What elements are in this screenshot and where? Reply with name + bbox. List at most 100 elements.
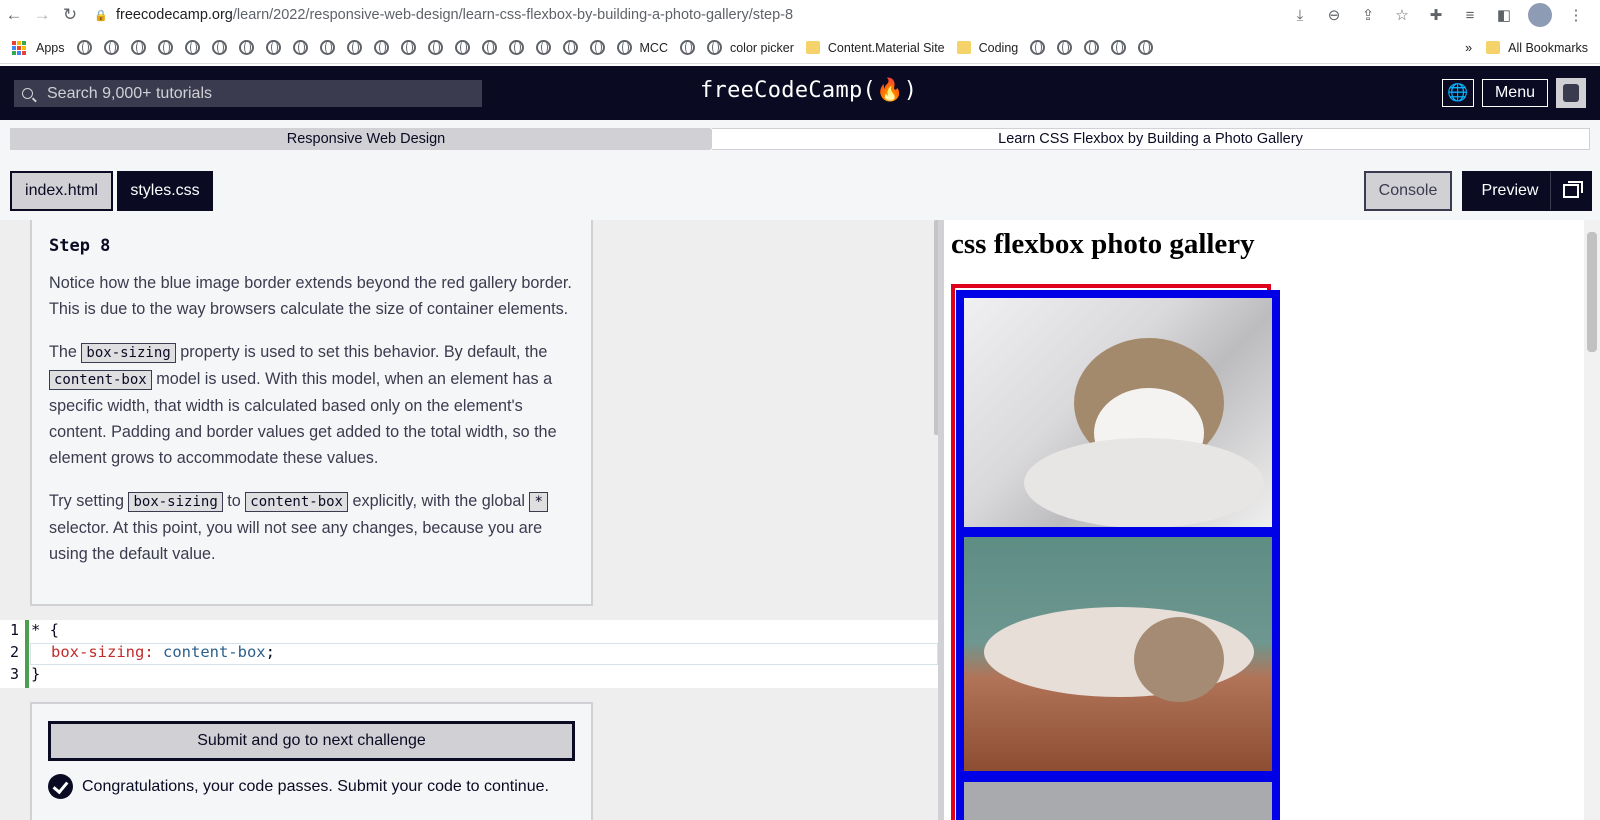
- bookmark-globe-19[interactable]: [562, 40, 578, 55]
- code-line-3[interactable]: }: [31, 665, 40, 683]
- globe-icon: [1084, 40, 1100, 55]
- pass-message: Congratulations, your code passes. Submi…: [82, 777, 549, 795]
- bookmark-globe-24[interactable]: [1084, 40, 1100, 55]
- bookmark-globe-15[interactable]: [454, 40, 470, 55]
- p3-text-a: Try setting: [49, 492, 129, 510]
- back-icon[interactable]: ←: [0, 1, 28, 29]
- line-number: 1: [10, 621, 20, 639]
- globe-icon: [535, 40, 551, 55]
- breadcrumb-superblock[interactable]: Responsive Web Design: [10, 128, 722, 150]
- bookmark-globe-21[interactable]: [679, 40, 695, 55]
- fcc-navbar: freeCodeCamp(🔥) 🌐 Menu: [0, 66, 1600, 120]
- bookmark-globe-10[interactable]: [319, 40, 335, 55]
- editor-tabs-row: index.html styles.css Console Preview: [0, 156, 1600, 220]
- search-input[interactable]: [47, 84, 467, 103]
- css-semicolon: ;: [265, 643, 275, 661]
- tab-styles-css[interactable]: styles.css: [117, 171, 213, 211]
- line-number: 3: [10, 665, 20, 683]
- left-pane: Step 8 Notice how the blue image border …: [0, 220, 938, 820]
- submit-button[interactable]: Submit and go to next challenge: [48, 721, 575, 761]
- console-button[interactable]: Console: [1364, 171, 1452, 211]
- p2-text-b: property is used to set this behavior. B…: [175, 343, 548, 361]
- bookmark-globe-14[interactable]: [427, 40, 443, 55]
- code-line-1[interactable]: * {: [31, 621, 59, 639]
- bookmark-globe-4[interactable]: [157, 40, 173, 55]
- bookmark-globe-5[interactable]: [184, 40, 200, 55]
- globe-icon: [1057, 40, 1073, 55]
- share-icon[interactable]: ⇪: [1352, 1, 1384, 29]
- preview-button[interactable]: Preview: [1462, 171, 1558, 211]
- bookmark-apps[interactable]: Apps: [12, 40, 65, 55]
- bookmark-globe-1[interactable]: [76, 40, 92, 55]
- bookmark-globe-20[interactable]: [589, 40, 605, 55]
- bookmark-globe-26[interactable]: [1138, 40, 1154, 55]
- editable-region-bar: [25, 620, 29, 688]
- reload-icon[interactable]: ↻: [56, 1, 84, 29]
- bookmark-globe-25[interactable]: [1111, 40, 1127, 55]
- check-circle-icon: [48, 774, 73, 799]
- globe-icon: [706, 40, 722, 55]
- user-avatar-icon[interactable]: [1556, 78, 1586, 108]
- url-field[interactable]: 🔒 freecodecamp.org/learn/2022/responsive…: [90, 0, 1284, 30]
- bookmark-coding[interactable]: Coding: [956, 41, 1018, 55]
- bookmark-globe-13[interactable]: [400, 40, 416, 55]
- bookmark-globe-7[interactable]: [238, 40, 254, 55]
- globe-icon: [454, 40, 470, 55]
- url-host: freecodecamp.org: [116, 7, 233, 23]
- download-icon[interactable]: ⤓: [1284, 1, 1316, 29]
- css-property: box-sizing:: [51, 643, 154, 661]
- globe-icon: [373, 40, 389, 55]
- tab-index-html[interactable]: index.html: [10, 171, 113, 211]
- menu-button[interactable]: Menu: [1481, 79, 1548, 107]
- star-icon[interactable]: ☆: [1386, 1, 1418, 29]
- fcc-logo[interactable]: freeCodeCamp(🔥): [700, 78, 917, 103]
- reading-list-icon[interactable]: ≡: [1454, 1, 1486, 29]
- globe-icon: [103, 40, 119, 55]
- css-value: content-box: [153, 643, 266, 661]
- language-globe-icon[interactable]: 🌐: [1441, 79, 1474, 107]
- side-panel-icon[interactable]: ◧: [1488, 1, 1520, 29]
- editor-gutter: 1 2 3: [0, 620, 24, 688]
- bookmark-globe-17[interactable]: [508, 40, 524, 55]
- bookmark-globe-22[interactable]: [1030, 40, 1046, 55]
- gallery-image-lying-cat: [956, 529, 1280, 779]
- globe-icon: [562, 40, 578, 55]
- code-editor[interactable]: 1 2 3 * { box-sizing: content-box; }: [0, 620, 938, 688]
- breadcrumb-block[interactable]: Learn CSS Flexbox by Building a Photo Ga…: [712, 128, 1590, 150]
- lock-icon: 🔒: [94, 9, 108, 22]
- profile-avatar[interactable]: [1528, 3, 1552, 27]
- globe-icon: [265, 40, 281, 55]
- search-box[interactable]: [14, 80, 482, 107]
- globe-icon: [679, 40, 695, 55]
- zoom-icon[interactable]: ⊖: [1318, 1, 1350, 29]
- popout-preview-button[interactable]: [1550, 171, 1592, 211]
- globe-icon: [238, 40, 254, 55]
- bookmark-all-bookmarks[interactable]: All Bookmarks: [1486, 41, 1588, 55]
- bookmark-globe-12[interactable]: [373, 40, 389, 55]
- bookmark-globe-6[interactable]: [211, 40, 227, 55]
- globe-icon: [508, 40, 524, 55]
- bookmark-globe-3[interactable]: [130, 40, 146, 55]
- bookmark-color-picker[interactable]: color picker: [706, 40, 794, 55]
- bookmark-globe-16[interactable]: [481, 40, 497, 55]
- bookmark-globe-9[interactable]: [292, 40, 308, 55]
- preview-scrollbar[interactable]: [1584, 220, 1600, 820]
- more-icon[interactable]: ⋮: [1560, 1, 1592, 29]
- bookmarks-overflow-button[interactable]: »: [1465, 41, 1472, 55]
- bookmark-globe-23[interactable]: [1057, 40, 1073, 55]
- bookmark-globe-11[interactable]: [346, 40, 362, 55]
- bookmark-globe-18[interactable]: [535, 40, 551, 55]
- preview-scrollbar-thumb[interactable]: [1587, 232, 1597, 352]
- extensions-icon[interactable]: ✚: [1420, 1, 1452, 29]
- inline-code-content-box: content-box: [245, 492, 348, 512]
- bookmark-globe-8[interactable]: [265, 40, 281, 55]
- globe-icon: [400, 40, 416, 55]
- popout-icon: [1562, 181, 1583, 198]
- instructions-paragraph-1: Notice how the blue image border extends…: [49, 274, 572, 318]
- bookmark-globe-2[interactable]: [103, 40, 119, 55]
- bookmark-content-material[interactable]: Content.Material Site: [805, 41, 945, 55]
- code-line-2[interactable]: box-sizing: content-box;: [51, 643, 275, 661]
- bookmark-color-picker-label: color picker: [729, 40, 794, 55]
- bookmark-mcc[interactable]: MCC: [616, 40, 668, 55]
- forward-icon[interactable]: →: [28, 1, 56, 29]
